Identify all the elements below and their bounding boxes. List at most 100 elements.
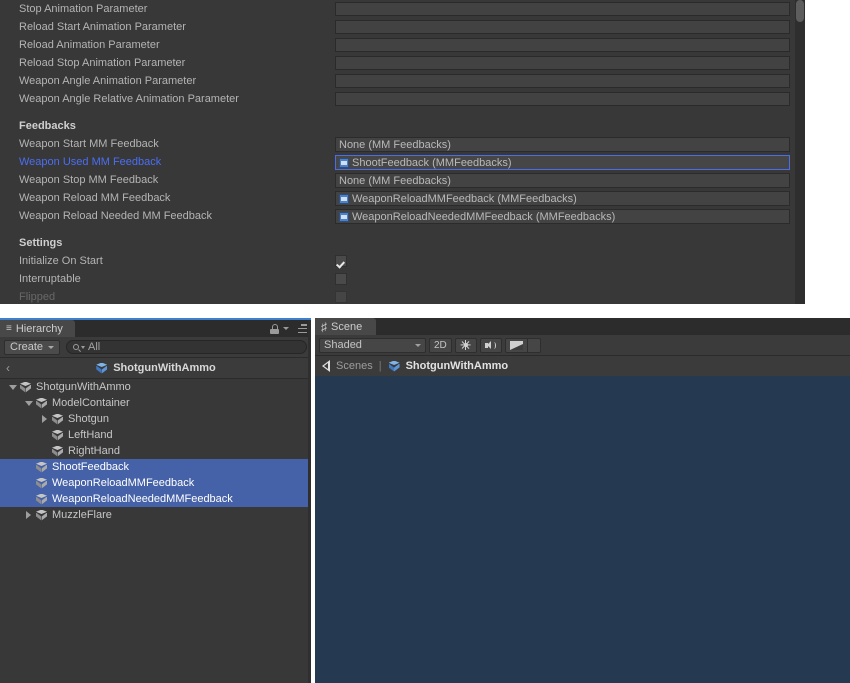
- hierarchy-tree: ShotgunWithAmmo ModelContainer Shotgun Left…: [0, 379, 311, 666]
- tree-expander[interactable]: [38, 415, 51, 423]
- property-label: Weapon Reload MM Feedback: [19, 189, 170, 207]
- chevron-down-icon[interactable]: [25, 401, 33, 406]
- hierarchy-prefab-breadcrumb[interactable]: ShotgunWithAmmo: [95, 362, 216, 375]
- property-label: Weapon Start MM Feedback: [19, 135, 159, 153]
- create-button-label: Create: [10, 341, 43, 353]
- gameobject-cube-icon: [35, 509, 48, 522]
- object-field-value: ShootFeedback (MMFeedbacks): [352, 157, 512, 169]
- object-field[interactable]: None (MM Feedbacks): [335, 137, 790, 152]
- hierarchy-tree-row[interactable]: ModelContainer: [0, 395, 311, 411]
- gameobject-cube-icon: [51, 445, 64, 458]
- prefab-cube-icon: [95, 362, 108, 375]
- feedback-asset-icon: [339, 212, 349, 222]
- text-field[interactable]: [335, 38, 790, 52]
- scene-toolbar: Shaded 2D: [315, 335, 850, 356]
- hierarchy-item-label: LeftHand: [68, 429, 113, 441]
- toggle-audio-button[interactable]: [480, 338, 502, 353]
- animation-parameter-row: Weapon Angle Animation Parameter: [0, 72, 795, 90]
- object-field[interactable]: WeaponReloadMMFeedback (MMFeedbacks): [335, 191, 790, 206]
- property-label: Stop Animation Parameter: [19, 0, 147, 18]
- hierarchy-tabbar: ≡ Hierarchy: [0, 320, 311, 337]
- create-button[interactable]: Create: [4, 340, 60, 355]
- object-field-value: WeaponReloadMMFeedback (MMFeedbacks): [352, 193, 577, 205]
- text-field[interactable]: [335, 20, 790, 34]
- tab-hierarchy[interactable]: ≡ Hierarchy: [0, 320, 75, 337]
- hierarchy-tree-row[interactable]: WeaponReloadNeededMMFeedback: [0, 491, 311, 507]
- hierarchy-search-value: All: [88, 341, 100, 353]
- chevron-down-icon[interactable]: [9, 385, 17, 390]
- feedback-asset-icon: [339, 158, 349, 168]
- animation-parameter-row: Stop Animation Parameter: [0, 0, 795, 18]
- hierarchy-tree-row[interactable]: Shotgun: [0, 411, 311, 427]
- hierarchy-list-icon: ≡: [6, 324, 12, 334]
- object-field-value: None (MM Feedbacks): [339, 139, 451, 151]
- feedbacks-section-header: Feedbacks: [19, 117, 76, 135]
- search-icon: [73, 344, 79, 350]
- prefab-back-icon[interactable]: ‹: [6, 362, 10, 374]
- scene-viewport[interactable]: [315, 376, 850, 683]
- hierarchy-tree-row[interactable]: WeaponReloadMMFeedback: [0, 475, 311, 491]
- hierarchy-tabbar-actions: [270, 320, 307, 337]
- feedback-property-row: Weapon Start MM Feedback None (MM Feedbac…: [0, 135, 795, 153]
- hierarchy-item-label: Shotgun: [68, 413, 109, 425]
- property-label: Reload Stop Animation Parameter: [19, 54, 185, 72]
- search-filter-chevron-icon[interactable]: [81, 346, 85, 349]
- text-field[interactable]: [335, 56, 790, 70]
- animation-parameter-row: Weapon Angle Relative Animation Paramete…: [0, 90, 795, 108]
- gameobject-cube-icon: [35, 493, 48, 506]
- hierarchy-tree-row[interactable]: ShootFeedback: [0, 459, 311, 475]
- hierarchy-tree-row[interactable]: ShotgunWithAmmo: [0, 379, 311, 395]
- draw-mode-dropdown[interactable]: Shaded: [319, 338, 426, 353]
- checkbox[interactable]: [335, 273, 347, 285]
- hierarchy-tree-row[interactable]: LeftHand: [0, 427, 311, 443]
- setting-toggle-row: Initialize On Start: [0, 252, 795, 270]
- scene-breadcrumb-label: ShotgunWithAmmo: [406, 360, 509, 372]
- inspector-scrollbar-thumb[interactable]: [796, 0, 804, 22]
- hierarchy-breadcrumb: ‹ ShotgunWithAmmo: [0, 358, 311, 379]
- hierarchy-breadcrumb-label: ShotgunWithAmmo: [113, 362, 216, 374]
- text-field[interactable]: [335, 74, 790, 88]
- gameobject-cube-icon: [51, 429, 64, 442]
- object-field[interactable]: ShootFeedback (MMFeedbacks): [335, 155, 790, 170]
- scene-prefab-breadcrumb[interactable]: ShotgunWithAmmo: [388, 360, 509, 373]
- object-field[interactable]: WeaponReloadNeededMMFeedback (MMFeedback…: [335, 209, 790, 224]
- hierarchy-panel: ≡ Hierarchy Create All ‹ ShotgunWithAmmo…: [0, 318, 311, 683]
- prefab-cube-icon: [388, 360, 401, 373]
- property-label: Initialize On Start: [19, 252, 103, 270]
- scene-breadcrumb: Scenes | ShotgunWithAmmo: [315, 356, 850, 377]
- scene-breadcrumb-scenes[interactable]: Scenes: [336, 360, 373, 372]
- chevron-right-icon[interactable]: [42, 415, 47, 423]
- text-field[interactable]: [335, 2, 790, 16]
- property-label: Reload Start Animation Parameter: [19, 18, 186, 36]
- hierarchy-tree-row[interactable]: RightHand: [0, 443, 311, 459]
- toggle-lighting-button[interactable]: [455, 338, 477, 353]
- hierarchy-item-label: ShotgunWithAmmo: [36, 381, 131, 393]
- property-label: Weapon Angle Relative Animation Paramete…: [19, 90, 239, 108]
- sun-icon: [462, 341, 470, 349]
- scene-back-icon[interactable]: [322, 360, 330, 372]
- property-label: Weapon Used MM Feedback: [19, 153, 161, 171]
- feedback-asset-icon: [339, 194, 349, 204]
- tree-expander[interactable]: [22, 511, 35, 519]
- hierarchy-tree-row[interactable]: MuzzleFlare: [0, 507, 311, 523]
- effects-dropdown-button[interactable]: [528, 338, 541, 353]
- inspector-scrollbar[interactable]: [795, 0, 805, 304]
- object-field[interactable]: None (MM Feedbacks): [335, 173, 790, 188]
- hierarchy-search-input[interactable]: All: [66, 340, 307, 354]
- feedback-property-row: Weapon Reload MM Feedback WeaponReloadMMF…: [0, 189, 795, 207]
- text-field[interactable]: [335, 92, 790, 106]
- hamburger-menu-icon[interactable]: [294, 324, 307, 333]
- tree-expander[interactable]: [6, 385, 19, 390]
- toggle-effects-button[interactable]: [505, 338, 528, 353]
- checkbox[interactable]: [335, 255, 347, 267]
- animation-parameter-row: Reload Start Animation Parameter: [0, 18, 795, 36]
- chevron-right-icon[interactable]: [26, 511, 31, 519]
- lock-icon[interactable]: [270, 324, 279, 334]
- gameobject-cube-icon: [19, 381, 32, 394]
- tree-expander[interactable]: [22, 401, 35, 406]
- toggle-2d-button[interactable]: 2D: [429, 338, 452, 353]
- hierarchy-item-label: WeaponReloadNeededMMFeedback: [52, 493, 233, 505]
- tab-scene[interactable]: ♯ Scene: [315, 318, 376, 335]
- chevron-down-icon[interactable]: [283, 327, 289, 330]
- settings-section-header: Settings: [19, 234, 62, 252]
